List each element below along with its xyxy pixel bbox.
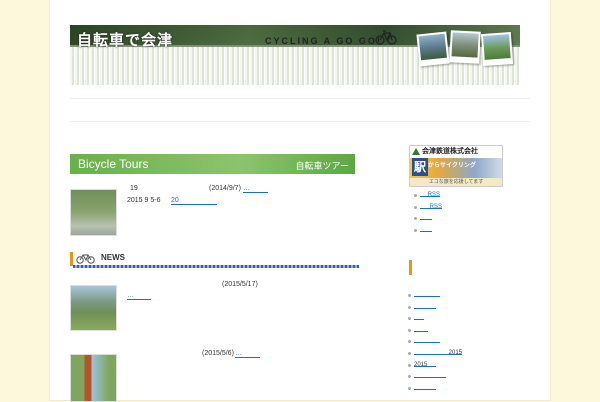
feed-link-label[interactable] xyxy=(420,213,432,220)
archive-link-item[interactable] xyxy=(408,290,462,302)
bicycle-icon xyxy=(375,30,397,45)
aizu-railway-banner[interactable]: 会津鉄道株式会社 駅 からサイクリング エコな旅を応援してます xyxy=(409,145,503,187)
tour-entry-line2: 2015 9 5-6 xyxy=(127,197,161,204)
news-item-2-date: (2015/5/6) xyxy=(202,350,234,357)
archive-link-label[interactable]: 2015 xyxy=(414,360,436,368)
archive-link-label[interactable] xyxy=(414,302,436,309)
archive-link-item[interactable]: 2015 xyxy=(408,360,462,372)
eki-cycling-label: からサイクリング xyxy=(428,163,476,169)
tour-entry-date: (2014/9/7) xyxy=(209,185,241,192)
aizu-banner-tagline: エコな旅を応援してます xyxy=(410,178,502,186)
tour-entry-more-link[interactable]: … xyxy=(243,185,268,193)
aizu-company-name: 会津鉄道株式会社 xyxy=(422,148,478,155)
tour-thumbnail[interactable] xyxy=(70,189,117,236)
tour-entry-link[interactable]: 20 xyxy=(171,197,217,205)
feed-link-label[interactable]: RSS xyxy=(420,190,440,198)
news-thumbnail-2[interactable] xyxy=(70,354,117,402)
eki-label: 駅 xyxy=(412,158,428,176)
page-container: 自転車で会津 CYCLING A GO GO! Bicycle Tours 自転… xyxy=(50,0,550,402)
archive-link-item[interactable] xyxy=(408,313,462,325)
feed-link-label[interactable] xyxy=(420,225,432,232)
feed-link-label[interactable]: RSS xyxy=(420,202,442,210)
archive-link-item[interactable] xyxy=(408,371,462,383)
header-photo-3 xyxy=(480,31,514,67)
feed-link-item[interactable]: RSS xyxy=(414,190,442,202)
archive-link-item[interactable] xyxy=(408,325,462,337)
sidebar-section-marker xyxy=(409,260,412,275)
tours-title: Bicycle Tours xyxy=(78,157,149,171)
news-item-1-more-link[interactable]: … xyxy=(127,292,151,300)
news-item-1-date: (2015/5/17) xyxy=(222,281,258,288)
header-banner[interactable]: 自転車で会津 CYCLING A GO GO! xyxy=(70,25,520,85)
tours-subtitle: 自転車ツアー xyxy=(295,161,349,171)
news-thumbnail-1[interactable] xyxy=(70,285,117,331)
archive-link-item[interactable] xyxy=(408,336,462,348)
archive-link-label[interactable]: 2015 xyxy=(414,348,462,356)
bicycle-icon xyxy=(76,254,95,264)
news-title: NEWS xyxy=(101,253,125,262)
archive-link-label[interactable] xyxy=(414,371,446,379)
tours-heading-banner[interactable]: Bicycle Tours 自転車ツアー xyxy=(70,154,355,174)
header-divider-1 xyxy=(70,98,530,99)
feed-links-list: RSS RSS xyxy=(414,190,442,237)
archive-link-label[interactable] xyxy=(414,313,424,321)
archive-link-label[interactable] xyxy=(414,290,440,297)
archive-link-label[interactable] xyxy=(414,325,428,332)
archive-link-item[interactable] xyxy=(408,383,462,395)
news-heading-stripe xyxy=(73,265,359,268)
feed-link-item[interactable]: RSS xyxy=(414,202,442,214)
site-title[interactable]: 自転車で会津 xyxy=(77,29,173,50)
header-divider-2 xyxy=(70,121,530,122)
feed-link-item[interactable] xyxy=(414,225,442,237)
archive-link-label[interactable] xyxy=(414,383,436,390)
tour-entry-number: 19 xyxy=(130,185,138,192)
archive-link-item[interactable]: 2015 xyxy=(408,348,462,360)
feed-link-item[interactable] xyxy=(414,213,442,225)
news-item-2-more-link[interactable]: … xyxy=(235,350,260,358)
header-photo-2 xyxy=(449,30,481,64)
site-slogan: CYCLING A GO GO! xyxy=(265,36,382,46)
header-photo-1 xyxy=(416,31,450,67)
news-heading: NEWS xyxy=(70,252,359,268)
archive-links-list: 2015 2015 xyxy=(408,290,462,395)
archive-link-item[interactable] xyxy=(408,302,462,314)
archive-link-label[interactable] xyxy=(414,336,440,344)
